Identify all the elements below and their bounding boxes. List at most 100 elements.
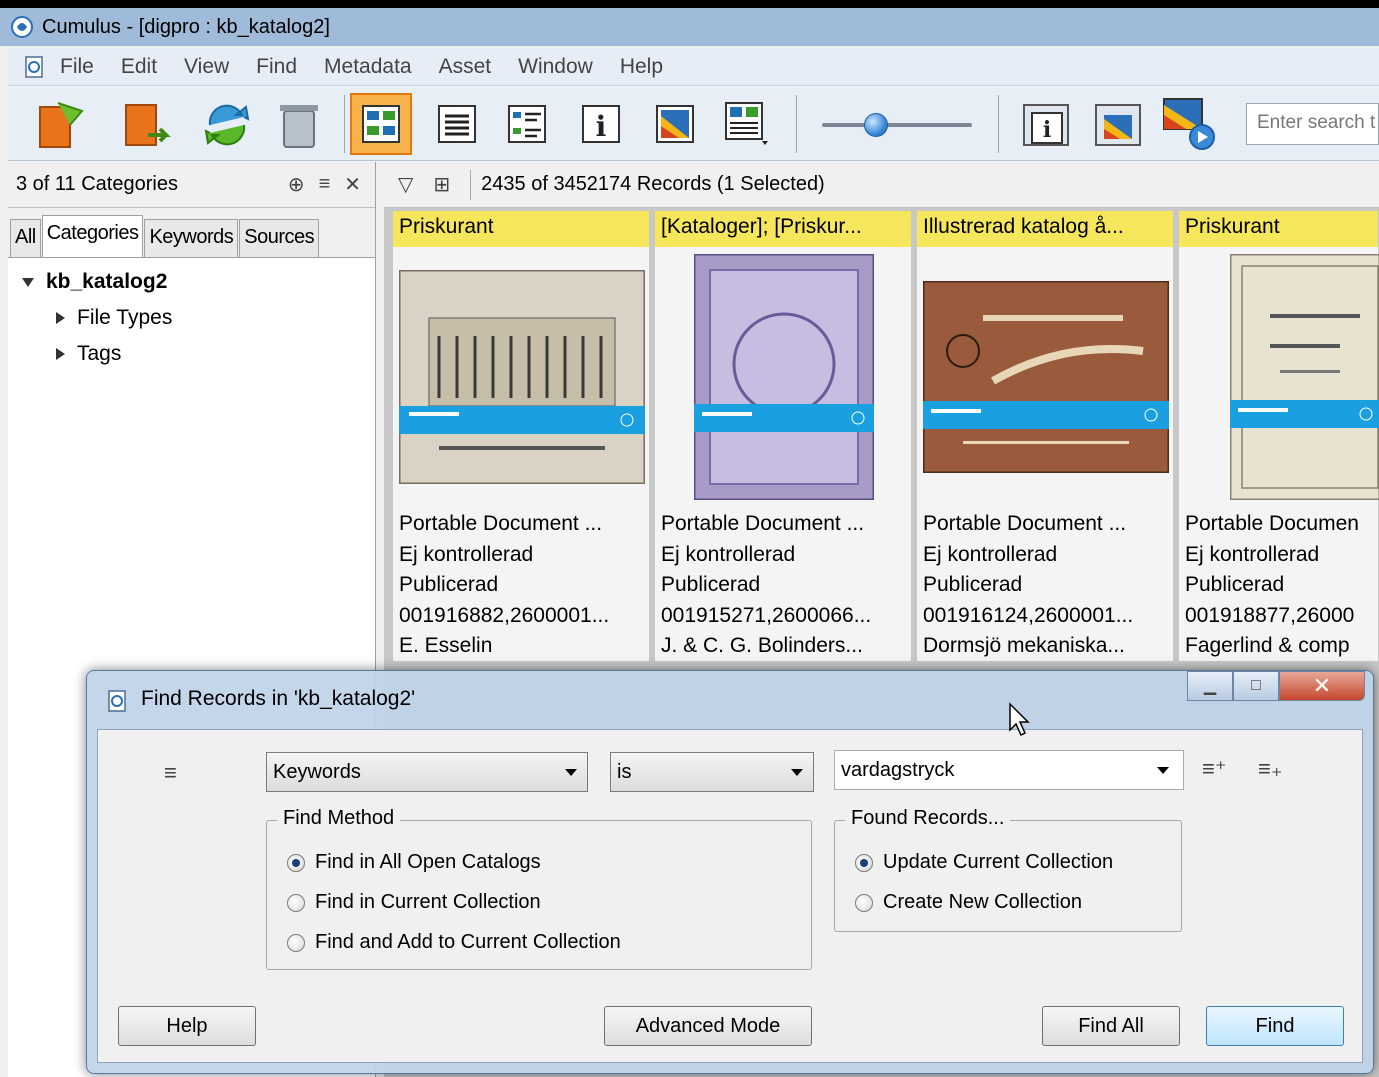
record-card[interactable]: Illustrerad katalog å... Portable Docume… [916, 210, 1174, 662]
radio-find-current-collection[interactable]: Find in Current Collection [287, 891, 541, 914]
search-input[interactable]: Enter search t [1246, 103, 1379, 145]
value-input-text: vardagstryck [841, 759, 955, 781]
expand-icon[interactable] [56, 348, 65, 360]
panel-menu-icon[interactable]: ≡ [319, 173, 331, 196]
chevron-down-icon [565, 769, 577, 776]
advanced-mode-button[interactable]: Advanced Mode [604, 1006, 812, 1046]
radio-update-collection[interactable]: Update Current Collection [855, 851, 1113, 874]
find-all-button[interactable]: Find All [1042, 1006, 1180, 1046]
record-thumbnail[interactable] [393, 251, 651, 503]
catalog-cover-thumbnail [694, 254, 874, 500]
radio-button[interactable] [287, 893, 305, 912]
record-thumbnail[interactable] [917, 251, 1175, 503]
zoom-slider-track[interactable] [822, 123, 972, 127]
records-count: 2435 of 3452174 Records (1 Selected) [481, 173, 825, 195]
close-button[interactable]: ✕ [1279, 671, 1365, 701]
value-input[interactable]: vardagstryck [834, 750, 1184, 790]
radio-button[interactable] [855, 893, 873, 912]
radio-button[interactable] [287, 853, 305, 872]
preview-icon [656, 105, 694, 143]
close-panel-icon[interactable]: ✕ [344, 172, 361, 197]
expand-icon[interactable] [56, 312, 65, 324]
window-title: Cumulus - [digpro : kb_katalog2] [42, 15, 330, 38]
operator-select[interactable]: is [610, 752, 814, 792]
pin-icon[interactable]: ⊕ [288, 172, 305, 197]
refresh-button[interactable] [196, 93, 258, 155]
hierarchy-icon[interactable]: ⊞ [433, 172, 450, 197]
toolbar: i i Enter search t [8, 87, 1379, 161]
toolbar-separator [998, 95, 999, 153]
minimize-button[interactable]: ▁ [1187, 671, 1233, 701]
menu-edit[interactable]: Edit [121, 55, 157, 79]
list-view-button[interactable] [426, 93, 488, 155]
record-card[interactable]: Priskurant Portable Document ... Ej kont… [392, 210, 650, 662]
tab-keywords[interactable]: Keywords [144, 219, 239, 257]
info-window-button[interactable]: i [1016, 93, 1078, 155]
layout-button[interactable] [716, 93, 778, 155]
filter-icon[interactable]: ▽ [398, 172, 413, 197]
add-condition-group-icon[interactable]: ≡₊ [1258, 756, 1282, 782]
zoom-slider-thumb[interactable] [864, 113, 888, 137]
preview-button[interactable] [644, 93, 706, 155]
slideshow-button[interactable] [1158, 93, 1220, 155]
minimize-icon: ▁ [1203, 678, 1217, 695]
tab-categories[interactable]: Categories [41, 215, 144, 257]
delete-button[interactable] [268, 93, 330, 155]
record-id: 001916124,2600001... [923, 603, 1134, 627]
record-thumbnail[interactable] [655, 251, 913, 503]
radio-button[interactable] [287, 933, 305, 952]
chevron-down-icon [791, 769, 803, 776]
menu-file[interactable]: File [60, 55, 94, 79]
record-metadata: Portable Document ... Ej kontrollerad Pu… [661, 509, 909, 662]
record-id: 001918877,26000 [1185, 603, 1355, 627]
export-button[interactable] [114, 93, 176, 155]
info-button[interactable]: i [570, 93, 632, 155]
menu-find[interactable]: Find [256, 55, 297, 79]
record-card[interactable]: Priskurant Portable Documen Ej kontrolle… [1178, 210, 1379, 662]
radio-label: Update Current Collection [883, 851, 1114, 873]
record-metadata: Portable Document ... Ej kontrollerad Pu… [923, 509, 1171, 662]
open-catalog-button[interactable] [30, 93, 92, 155]
maximize-button[interactable]: □ [1233, 671, 1279, 701]
tree-item-label: Tags [77, 342, 122, 365]
record-card[interactable]: [Kataloger]; [Priskur... Portable Docume… [654, 210, 912, 662]
condition-menu-icon[interactable]: ≡ [164, 760, 177, 786]
cumulus-app-icon [11, 16, 33, 38]
header-separator [470, 169, 472, 200]
details-view-button[interactable] [496, 93, 558, 155]
preview-window-button[interactable] [1088, 93, 1150, 155]
menu-view[interactable]: View [184, 55, 229, 79]
tree-item-tags[interactable]: Tags [8, 336, 375, 372]
help-button[interactable]: Help [118, 1006, 256, 1046]
radio-create-collection[interactable]: Create New Collection [855, 891, 1082, 914]
radio-find-all-catalogs[interactable]: Find in All Open Catalogs [287, 851, 541, 874]
categories-count: 3 of 11 Categories [16, 173, 178, 195]
find-button[interactable]: Find [1206, 1006, 1344, 1046]
info-window-icon: i [1023, 104, 1069, 146]
menu-asset[interactable]: Asset [439, 55, 492, 79]
thumbnail-view-button[interactable] [350, 93, 412, 155]
record-publication: Publicerad [923, 573, 1023, 596]
tree-item-root[interactable]: kb_katalog2 [8, 264, 375, 300]
record-metadata: Portable Documen Ej kontrollerad Publice… [1185, 509, 1379, 662]
menu-help[interactable]: Help [620, 55, 663, 79]
tab-sources[interactable]: Sources [239, 219, 320, 257]
add-condition-icon[interactable]: ≡⁺ [1202, 756, 1226, 782]
tab-all[interactable]: All [10, 219, 41, 257]
field-select[interactable]: Keywords [266, 752, 588, 792]
radio-find-and-add[interactable]: Find and Add to Current Collection [287, 931, 621, 954]
radio-button[interactable] [855, 853, 873, 872]
collapse-icon[interactable] [22, 277, 34, 287]
open-catalog-icon [39, 102, 84, 148]
record-title: Priskurant [393, 211, 649, 247]
document-icon[interactable] [22, 55, 46, 79]
document-icon [108, 690, 126, 712]
record-publication: Publicerad [399, 573, 499, 596]
chevron-down-icon[interactable] [1157, 767, 1169, 774]
menu-window[interactable]: Window [518, 55, 593, 79]
menu-bar: File Edit View Find Metadata Asset Windo… [8, 48, 1379, 86]
radio-label: Create New Collection [883, 891, 1082, 913]
record-thumbnail[interactable] [1179, 251, 1379, 503]
tree-item-file-types[interactable]: File Types [8, 300, 375, 336]
menu-metadata[interactable]: Metadata [324, 55, 412, 79]
